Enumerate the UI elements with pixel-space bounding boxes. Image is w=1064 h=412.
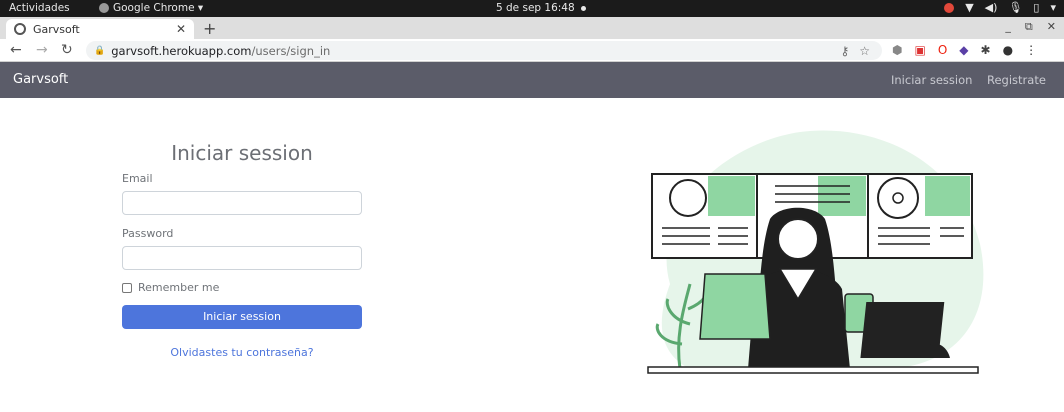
omnibox-icons: ⚷ ☆ <box>840 44 870 58</box>
email-label: Email <box>122 172 153 185</box>
shopping-bag <box>699 273 771 340</box>
password-field[interactable] <box>122 246 362 270</box>
close-tab-icon[interactable]: ✕ <box>176 22 186 36</box>
back-arrow-icon[interactable]: ← <box>10 42 22 58</box>
menu-panel-green-1 <box>708 176 755 216</box>
activities-button[interactable]: Actividades <box>9 2 70 14</box>
url-path: /users/sign_in <box>251 43 331 58</box>
url-bar[interactable]: 🔒 garvsoft.herokuapp.com/users/sign_in ⚷… <box>86 41 882 60</box>
remember-me-row[interactable]: Remember me <box>122 281 219 294</box>
profile-avatar-icon[interactable]: ● <box>1003 43 1013 57</box>
close-window-icon[interactable]: ✕ <box>1047 20 1056 34</box>
clock-text: 5 de sep 16:48 <box>496 2 575 14</box>
battery-icon: ▯ <box>1033 1 1040 14</box>
chrome-icon <box>99 3 109 13</box>
menu-panel-green-2 <box>818 176 866 216</box>
wifi-icon: ▼ <box>965 1 974 14</box>
window-controls: _ ⧉ ✕ <box>1005 20 1056 34</box>
puzzle-extensions-icon[interactable]: ✱ <box>981 43 991 57</box>
donut-hole <box>892 192 904 204</box>
brand-link[interactable]: Garvsoft <box>13 72 68 87</box>
app-menu[interactable]: Google Chrome ▾ <box>99 2 203 14</box>
tab-strip: Garvsoft ✕ + _ ⧉ ✕ <box>0 17 1064 39</box>
site-favicon-icon <box>14 23 26 35</box>
chrome-menu-icon[interactable]: ⋮ <box>1025 43 1037 57</box>
system-tray[interactable]: ▼ ◀) 🎙 ▯ ▾ <box>944 1 1056 14</box>
site-navbar: Garvsoft Iniciar session Registrate <box>0 62 1064 98</box>
remember-me-label: Remember me <box>138 281 220 294</box>
shield-extension-icon[interactable]: ⬢ <box>892 43 902 57</box>
reload-icon[interactable]: ↻ <box>61 42 73 58</box>
red-extension-icon[interactable]: ▣ <box>914 43 925 57</box>
clock[interactable]: 5 de sep 16:48 <box>496 2 586 14</box>
lock-icon: 🔒 <box>94 45 106 56</box>
bookmark-star-icon[interactable]: ☆ <box>859 44 870 58</box>
coffee-shop-illustration <box>647 130 984 374</box>
forgot-password-link[interactable]: Olvidastes tu contraseña? <box>122 346 362 359</box>
address-toolbar: ← → ↻ 🔒 garvsoft.herokuapp.com/users/sig… <box>0 39 1064 62</box>
app-menu-label: Google Chrome ▾ <box>113 2 204 14</box>
counter-top <box>647 366 979 374</box>
forward-arrow-icon[interactable]: → <box>36 42 48 58</box>
page-title: Iniciar session <box>171 141 313 165</box>
barista-face <box>777 218 819 260</box>
remember-me-checkbox[interactable] <box>122 282 132 293</box>
nav-login-link[interactable]: Iniciar session <box>891 73 972 87</box>
purple-extension-icon[interactable]: ◆ <box>959 43 968 57</box>
extensions-area: ⬢ ▣ O ◆ ✱ ● ⋮ <box>892 43 1037 57</box>
login-submit-button[interactable]: Iniciar session <box>122 305 362 329</box>
url-host: garvsoft.herokuapp.com <box>111 43 252 58</box>
browser-tab[interactable]: Garvsoft ✕ <box>6 19 194 39</box>
restore-icon[interactable]: ⧉ <box>1025 20 1033 34</box>
tab-title: Garvsoft <box>33 22 80 36</box>
menu-panel-green-3 <box>925 176 970 216</box>
microphone-icon: 🎙 <box>1008 1 1023 14</box>
coffee-cup-drawing <box>669 179 707 217</box>
email-field[interactable] <box>122 191 362 215</box>
minimize-icon[interactable]: _ <box>1005 20 1011 34</box>
opera-extension-icon[interactable]: O <box>938 43 947 57</box>
volume-icon: ◀) <box>984 1 998 14</box>
new-tab-button[interactable]: + <box>203 19 216 38</box>
chrome-tray-icon <box>944 2 955 13</box>
system-top-bar: Actividades Google Chrome ▾ 5 de sep 16:… <box>0 0 1064 17</box>
notification-dot-icon <box>580 5 586 11</box>
nav-register-link[interactable]: Registrate <box>987 73 1046 87</box>
system-menu-chevron-icon: ▾ <box>1050 1 1056 14</box>
password-label: Password <box>122 227 174 240</box>
key-icon[interactable]: ⚷ <box>840 44 849 58</box>
